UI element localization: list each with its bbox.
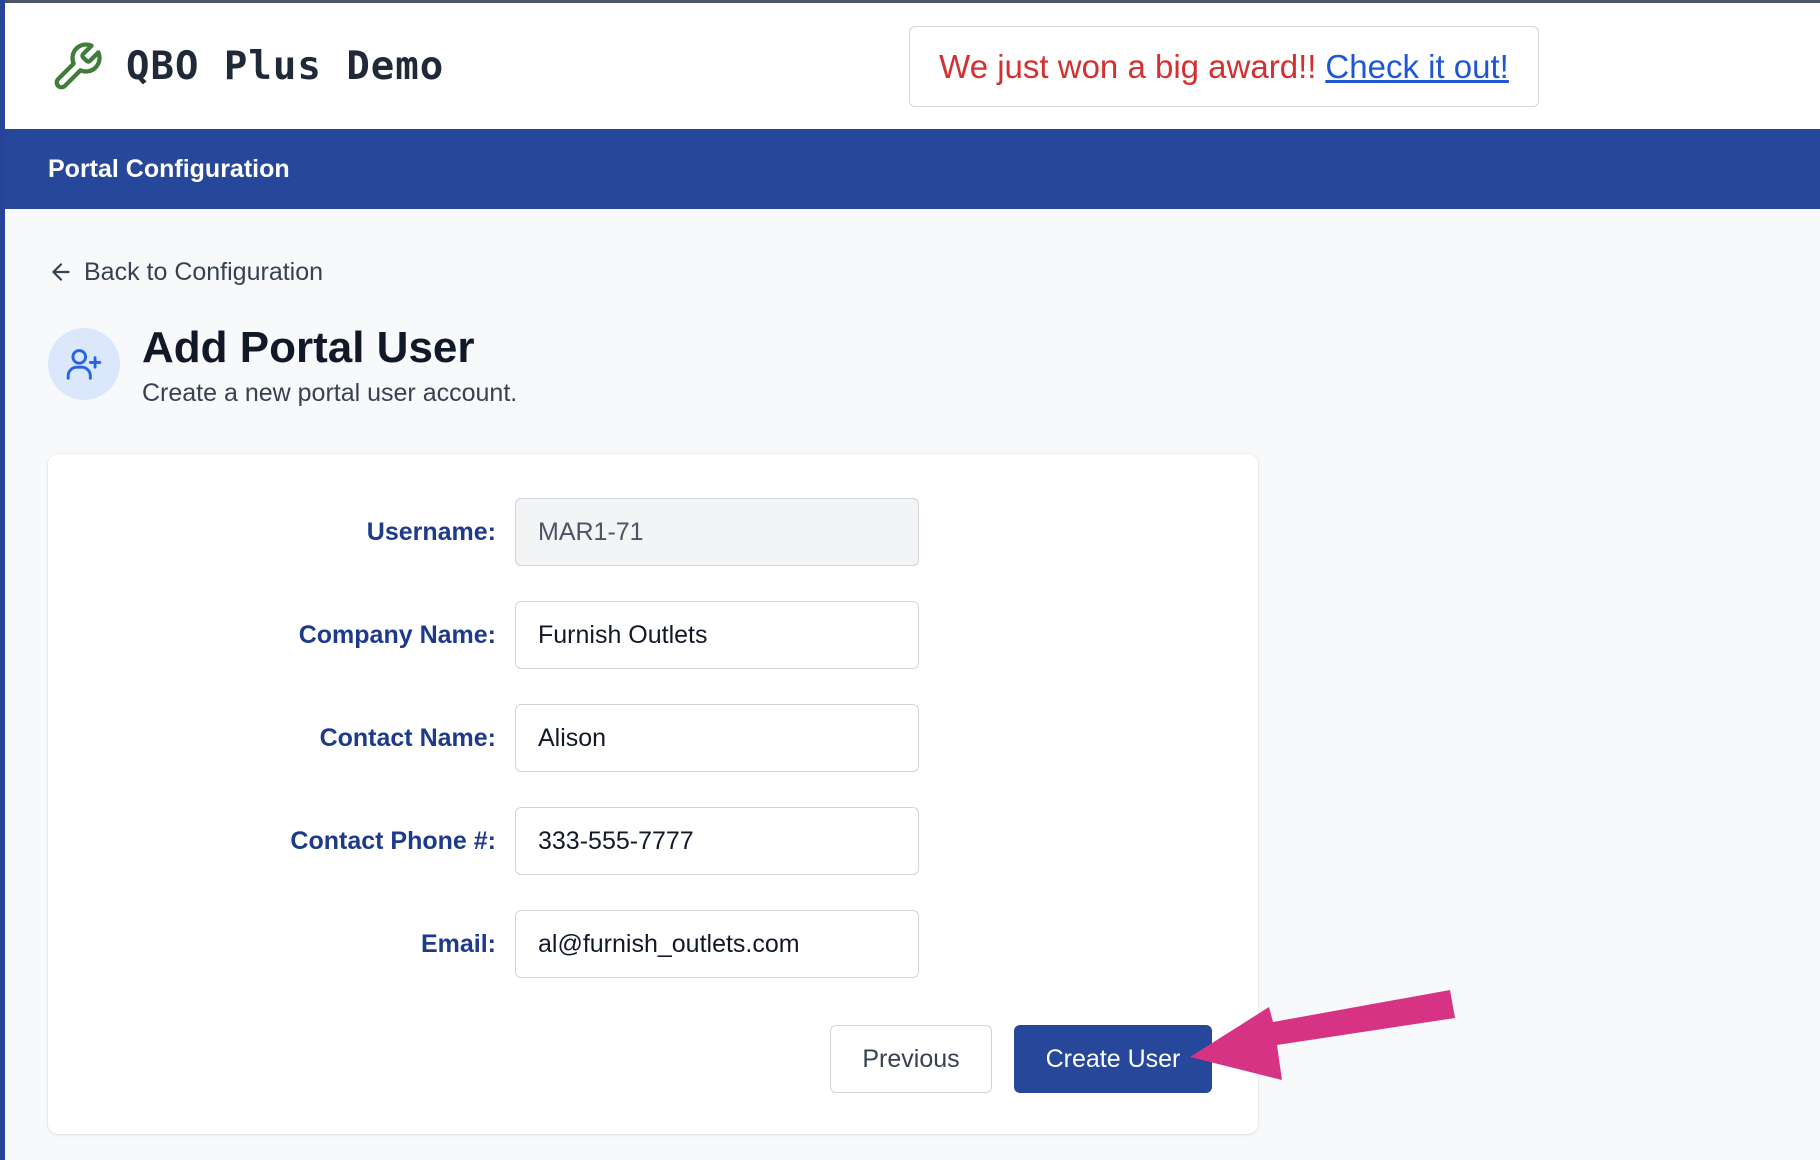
create-user-button[interactable]: Create User [1014,1025,1212,1093]
username-field [515,498,919,566]
announcement-link[interactable]: Check it out! [1325,48,1508,86]
window-left-border [0,0,5,1160]
form-row-company-name: Company Name: [48,601,1258,669]
form-row-email: Email: [48,910,1258,978]
page-title: Add Portal User [142,323,475,372]
company-name-label: Company Name: [298,621,496,649]
back-to-configuration-link[interactable]: Back to Configuration [48,254,323,290]
contact-name-label: Contact Name: [319,724,496,752]
app-header: QBO Plus Demo We just won a big award!! … [0,0,1820,129]
back-link-label: Back to Configuration [84,257,324,286]
username-label: Username: [366,518,496,546]
contact-name-field[interactable] [515,704,919,772]
announcement-text: We just won a big award!! [939,47,1317,85]
form-row-contact-name: Contact Name: [48,704,1258,772]
form-row-username: Username: [48,498,1258,566]
contact-phone-label: Contact Phone #: [290,827,496,855]
add-user-form-card: Username: Company Name: Contact Name: Co… [48,454,1258,1134]
window-top-border [0,0,1820,3]
page-subtitle: Create a new portal user account. [142,379,518,407]
nav-title-portal-configuration[interactable]: Portal Configuration [48,129,290,209]
nav-bar: Portal Configuration [0,129,1820,209]
user-plus-icon [66,349,102,380]
wrench-icon [54,42,102,90]
company-name-field[interactable] [515,601,919,669]
announcement-banner: We just won a big award!! Check it out! [909,26,1539,107]
contact-phone-field[interactable] [515,807,919,875]
page-icon-badge [48,328,120,400]
form-row-contact-phone: Contact Phone #: [48,807,1258,875]
brand-name: QBO Plus Demo [126,44,445,89]
email-label: Email: [420,930,496,958]
annotation-arrow-icon [1190,990,1455,1080]
arrow-left-icon [52,263,70,281]
email-field[interactable] [515,910,919,978]
previous-button[interactable]: Previous [830,1025,992,1093]
